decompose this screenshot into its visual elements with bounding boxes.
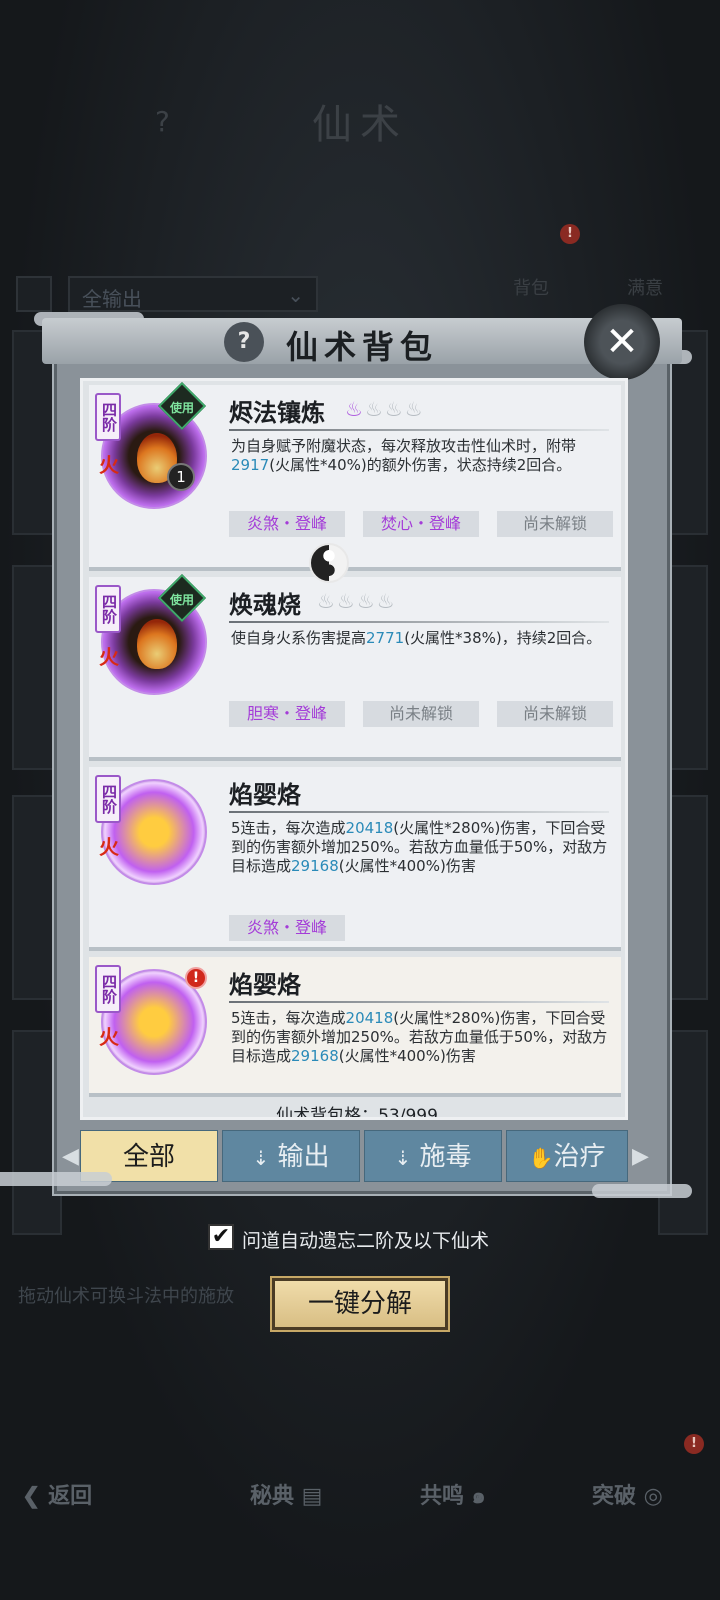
star-rating: ♨♨♨♨ bbox=[317, 589, 397, 613]
nav-back-label: 返回 bbox=[48, 1483, 93, 1509]
skill-name: 焰婴烙 bbox=[229, 970, 301, 999]
element-label: 火 bbox=[99, 835, 119, 859]
divider bbox=[229, 429, 609, 431]
skill-name: 焰婴烙 bbox=[229, 780, 301, 809]
trait-tag[interactable]: 炎煞・登峰 bbox=[229, 511, 345, 537]
bag-capacity: 仙术背包格：53/999 bbox=[276, 1106, 438, 1120]
element-label: 火 bbox=[99, 453, 119, 477]
cloud-icon: ๑ bbox=[464, 1483, 486, 1509]
star-flame-icon: ♨ bbox=[345, 397, 365, 421]
tier-badge: 四阶 bbox=[95, 965, 121, 1013]
bag-tab-label: 背包 bbox=[513, 278, 549, 299]
help-icon[interactable]: ? bbox=[224, 322, 264, 362]
skill-item[interactable]: 四阶 火 使用 1 烬法镶炼 ♨♨♨♨ 为自身赋予附魔状态，每次释放攻击性仙术时… bbox=[89, 381, 621, 571]
skill-item[interactable]: 四阶 火 使用 焕魂烧 ♨♨♨♨ 使自身火系伤害提高2771(火属性*38%)，… bbox=[89, 573, 621, 761]
skill-name: 烬法镶炼 bbox=[229, 398, 325, 427]
skill-description: 为自身赋予附魔状态，每次释放攻击性仙术时，附带2917(火属性*40%)的额外伤… bbox=[231, 437, 577, 474]
in-use-label: 使用 bbox=[169, 401, 194, 415]
background-title: 仙术 bbox=[312, 102, 408, 148]
bottom-nav: ❮ 返回 秘典 ▤ 共鸣 ๑ 突破 ◎ ! bbox=[0, 1434, 720, 1528]
auto-forget-label: 问道自动遗忘二阶及以下仙术 bbox=[242, 1230, 490, 1252]
heal-icon: ✋ bbox=[528, 1146, 554, 1170]
tab-heal[interactable]: ✋治疗 bbox=[506, 1130, 628, 1182]
tab-output[interactable]: ⇣ 输出 bbox=[222, 1130, 360, 1182]
yin-yang-icon bbox=[309, 543, 349, 583]
skill-item[interactable]: 四阶 火 焰婴烙 5连击，每次造成20418(火属性*280%)伤害，下回合受到… bbox=[89, 767, 621, 951]
bag-alert-badge: ! bbox=[560, 224, 580, 244]
filter-dropdown: 全输出 ⌄ bbox=[68, 276, 318, 312]
skill-description: 使自身火系伤害提高2771(火属性*38%)，持续2回合。 bbox=[231, 629, 602, 647]
trait-tag-locked: 尚未解锁 bbox=[363, 701, 479, 727]
in-use-label: 使用 bbox=[169, 593, 194, 607]
close-button[interactable]: ✕ bbox=[584, 304, 660, 380]
skill-bag-dialog: 仙术背包 ? ✕ 四阶 火 使用 1 烬法镶炼 ♨♨♨♨ 为自身赋予附魔状态，每… bbox=[0, 304, 692, 1198]
tier-badge: 四阶 bbox=[95, 585, 121, 633]
trait-tag[interactable]: 胆寒・登峰 bbox=[229, 701, 345, 727]
satisfaction-tab-icon: 满意 bbox=[610, 230, 680, 300]
mist-decoration bbox=[592, 1184, 692, 1198]
nav-manual[interactable]: 秘典 ▤ bbox=[250, 1478, 322, 1510]
tab-output-label: 输出 bbox=[277, 1142, 330, 1172]
brush-icon bbox=[16, 276, 52, 312]
skill-list[interactable]: 四阶 火 使用 1 烬法镶炼 ♨♨♨♨ 为自身赋予附魔状态，每次释放攻击性仙术时… bbox=[80, 378, 628, 1120]
auto-forget-checkbox[interactable]: ✔ bbox=[208, 1224, 234, 1250]
skill-name: 焕魂烧 bbox=[229, 590, 301, 619]
satisfaction-tab-label: 满意 bbox=[627, 278, 663, 299]
mist-decoration bbox=[0, 1172, 112, 1186]
nav-breakthrough[interactable]: 突破 ◎ bbox=[592, 1478, 663, 1510]
divider bbox=[229, 811, 609, 813]
swirl-icon: ◎ bbox=[636, 1483, 663, 1509]
new-alert-icon: ! bbox=[185, 967, 207, 989]
star-flame-icon: ♨♨♨ bbox=[364, 397, 425, 421]
poison-icon: ⇣ bbox=[394, 1146, 412, 1170]
category-tabs: 全部 ⇣ 输出 ⇣ 施毒 ✋治疗 bbox=[80, 1130, 628, 1182]
tier-badge: 四阶 bbox=[95, 775, 121, 823]
trait-tag-locked: 尚未解锁 bbox=[497, 511, 613, 537]
divider bbox=[229, 621, 609, 623]
tab-poison[interactable]: ⇣ 施毒 bbox=[364, 1130, 502, 1182]
tabs-right-arrow[interactable]: ▶ bbox=[632, 1144, 649, 1169]
skill-item[interactable]: 四阶 火 ! 焰婴烙 5连击，每次造成20418(火属性*280%)伤害，下回合… bbox=[89, 957, 621, 1097]
nav-manual-label: 秘典 bbox=[250, 1483, 295, 1509]
flame-icon bbox=[137, 619, 177, 669]
bag-tab-icon: 背包 bbox=[496, 230, 566, 300]
element-label: 火 bbox=[99, 1025, 119, 1049]
element-label: 火 bbox=[99, 645, 119, 669]
count-badge: 1 bbox=[167, 463, 195, 491]
tier-badge: 四阶 bbox=[95, 393, 121, 441]
nav-resonance[interactable]: 共鸣 ๑ bbox=[420, 1478, 486, 1513]
tabs-left-arrow[interactable]: ◀ bbox=[62, 1144, 79, 1169]
output-icon: ⇣ bbox=[252, 1146, 270, 1170]
star-flame-icon: ♨♨♨♨ bbox=[317, 589, 397, 613]
filter-value: 全输出 bbox=[82, 287, 142, 311]
nav-back[interactable]: ❮ 返回 bbox=[22, 1478, 92, 1510]
tab-heal-label: 治疗 bbox=[553, 1142, 606, 1172]
skill-description: 5连击，每次造成20418(火属性*280%)伤害，下回合受到的伤害额外增加25… bbox=[231, 1009, 608, 1065]
back-arrow-icon: ❮ bbox=[22, 1483, 49, 1509]
nav-breakthrough-label: 突破 bbox=[592, 1483, 637, 1509]
trait-tag[interactable]: 炎煞・登峰 bbox=[229, 915, 345, 941]
trait-tag-locked: 尚未解锁 bbox=[497, 701, 613, 727]
tab-poison-label: 施毒 bbox=[419, 1142, 472, 1172]
background-hint: 拖动仙术可换斗法中的施放 bbox=[18, 1286, 234, 1307]
breakthrough-alert-badge: ! bbox=[684, 1434, 704, 1454]
trait-tag[interactable]: 焚心・登峰 bbox=[363, 511, 479, 537]
chevron-down-icon: ⌄ bbox=[287, 283, 304, 307]
decompose-all-button[interactable]: 一键分解 bbox=[270, 1276, 450, 1332]
star-rating: ♨♨♨♨ bbox=[345, 397, 425, 421]
divider bbox=[229, 1001, 609, 1003]
nav-resonance-label: 共鸣 bbox=[420, 1483, 465, 1509]
skill-description: 5连击，每次造成20418(火属性*280%)伤害，下回合受到的伤害额外增加25… bbox=[231, 819, 608, 875]
book-icon: ▤ bbox=[294, 1483, 323, 1509]
